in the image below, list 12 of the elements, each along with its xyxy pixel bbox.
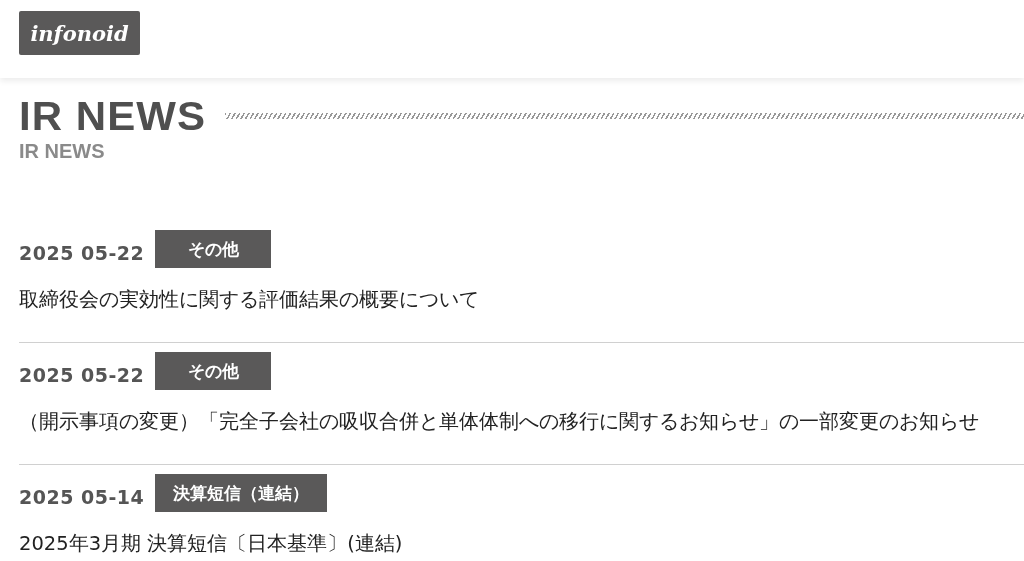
category-tag: その他 [155,352,272,390]
page-subtitle: IR NEWS [19,140,106,163]
news-title-link[interactable]: 2025年3月期 決算短信〔日本基準〕(連結) [19,532,403,556]
news-date: 2025 05-14 [19,485,145,508]
category-tag: 決算短信（連結） [155,474,328,512]
logo[interactable]: infonoid [19,11,140,55]
news-date: 2025 05-22 [19,241,145,264]
page-title: IR NEWS [19,94,207,138]
category-tag: その他 [155,230,272,268]
news-title-link[interactable]: （開示事項の変更）「完全子会社の吸収合併と単体体制への移行に関するお知らせ」の一部変更のお知らせ [19,410,979,434]
news-title-link[interactable]: 取締役会の実効性に関する評価結果の概要について [19,288,479,312]
news-date: 2025 05-22 [19,363,145,386]
